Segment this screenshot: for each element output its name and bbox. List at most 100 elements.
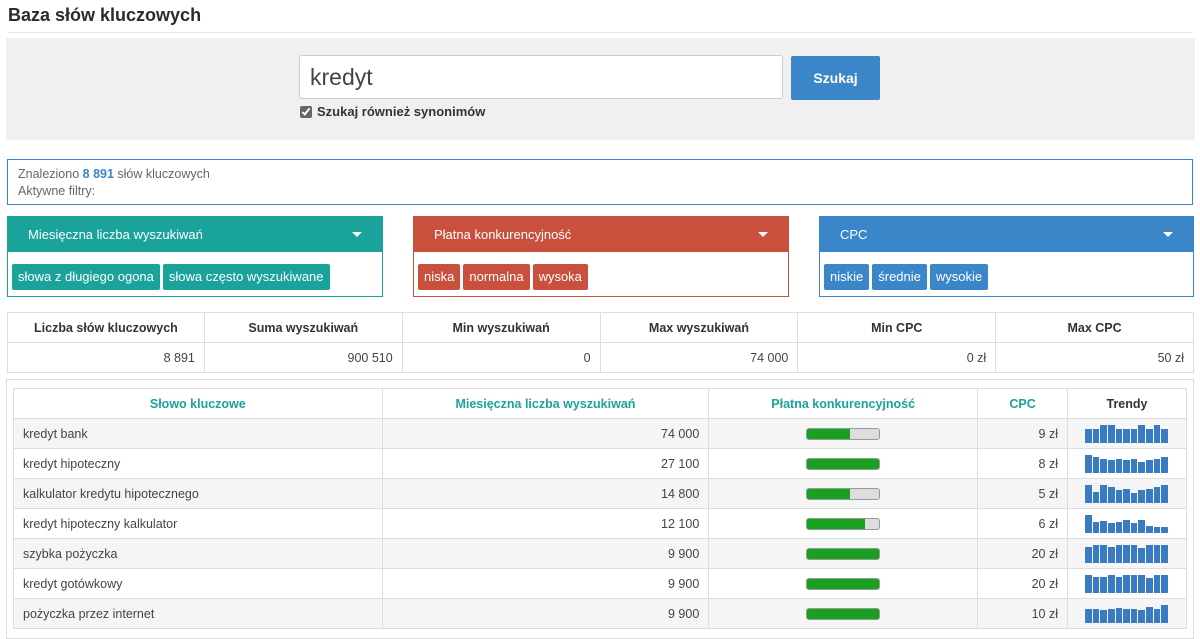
trend-bar bbox=[1146, 459, 1153, 473]
summary-value: 50 zł bbox=[995, 342, 1194, 373]
keyword-cell[interactable]: kredyt hipoteczny kalkulator bbox=[13, 508, 383, 539]
trend-bar bbox=[1107, 459, 1115, 473]
column-header-searches[interactable]: Miesięczna liczba wyszukiwań bbox=[381, 388, 710, 419]
filter-tag-cpc-low[interactable]: niskie bbox=[824, 264, 870, 290]
results-summary: Znaleziono 8 891 słów kluczowych Aktywne… bbox=[7, 159, 1193, 205]
table-row: kalkulator kredytu hipotecznego 14 800 5 z… bbox=[13, 478, 1187, 509]
searches-cell: 9 900 bbox=[381, 538, 710, 569]
trend-bar bbox=[1085, 546, 1092, 563]
filter-title: CPC bbox=[840, 227, 868, 242]
filter-tag-long-tail[interactable]: słowa z długiego ogona bbox=[12, 264, 160, 290]
filter-tag-normal[interactable]: normalna bbox=[463, 264, 530, 290]
keyword-cell[interactable]: szybka pożyczka bbox=[13, 538, 383, 569]
competition-cell bbox=[708, 418, 979, 449]
trend-cell bbox=[1067, 508, 1187, 539]
trend-bar bbox=[1153, 544, 1161, 563]
trend-bar bbox=[1153, 458, 1161, 473]
trend-bar bbox=[1100, 484, 1107, 503]
cpc-cell: 6 zł bbox=[977, 508, 1068, 539]
column-header-cpc[interactable]: CPC bbox=[977, 388, 1068, 419]
trend-bar bbox=[1092, 428, 1100, 443]
table-row: kredyt bank 74 000 9 zł bbox=[13, 418, 1187, 449]
keyword-cell[interactable]: kalkulator kredytu hipotecznego bbox=[13, 478, 383, 509]
trend-sparkline bbox=[1085, 574, 1169, 593]
caret-down-icon bbox=[352, 232, 362, 237]
column-header-trends: Trendy bbox=[1067, 388, 1187, 419]
filter-title: Miesięczna liczba wyszukiwań bbox=[28, 227, 203, 242]
trend-bar bbox=[1130, 544, 1138, 563]
trend-sparkline bbox=[1085, 484, 1169, 503]
competition-bar-fill bbox=[807, 519, 865, 530]
title-divider bbox=[8, 32, 1192, 33]
searches-cell: 9 900 bbox=[381, 598, 710, 629]
trend-bar bbox=[1146, 577, 1153, 593]
filter-tag-high[interactable]: wysoka bbox=[532, 264, 588, 290]
trend-bar bbox=[1130, 522, 1138, 533]
keyword-cell[interactable]: pożyczka przez internet bbox=[13, 598, 383, 629]
trend-bar bbox=[1085, 454, 1092, 473]
filter-tag-low[interactable]: niska bbox=[418, 264, 461, 290]
filter-tag-cpc-high[interactable]: wysokie bbox=[929, 264, 989, 290]
trend-bar bbox=[1085, 608, 1092, 623]
column-header-keyword[interactable]: Słowo kluczowe bbox=[13, 388, 383, 419]
table-row: pożyczka przez internet 9 900 10 zł bbox=[13, 598, 1187, 629]
filter-header-cpc[interactable]: CPC bbox=[820, 217, 1193, 252]
trend-bar bbox=[1115, 489, 1123, 503]
trend-bar bbox=[1146, 544, 1153, 563]
filter-header-searches[interactable]: Miesięczna liczba wyszukiwań bbox=[8, 217, 382, 252]
trend-bar bbox=[1130, 492, 1138, 503]
trend-bar bbox=[1107, 574, 1115, 593]
competition-bar bbox=[806, 608, 881, 621]
filter-tag-frequent[interactable]: słowa często wyszukiwane bbox=[162, 264, 330, 290]
filter-panel-searches: Miesięczna liczba wyszukiwań słowa z dłu… bbox=[7, 216, 383, 297]
summary-table: Liczba słów kluczowych Suma wyszukiwań M… bbox=[7, 312, 1194, 373]
cpc-cell: 10 zł bbox=[977, 598, 1068, 629]
trend-bar bbox=[1085, 574, 1092, 593]
trend-bar bbox=[1146, 525, 1153, 533]
summary-header: Min CPC bbox=[797, 312, 997, 343]
trend-sparkline bbox=[1085, 454, 1169, 473]
trend-bar bbox=[1146, 606, 1153, 623]
trend-bar bbox=[1161, 428, 1169, 443]
caret-down-icon bbox=[1163, 232, 1173, 237]
searches-cell: 74 000 bbox=[381, 418, 710, 449]
keyword-cell[interactable]: kredyt bank bbox=[13, 418, 383, 449]
trend-bar bbox=[1100, 576, 1107, 593]
filter-title: Płatna konkurencyjność bbox=[434, 227, 572, 242]
trend-sparkline bbox=[1085, 424, 1169, 443]
filter-header-competition[interactable]: Płatna konkurencyjność bbox=[414, 217, 788, 252]
trend-bar bbox=[1123, 488, 1130, 503]
search-input[interactable] bbox=[299, 55, 783, 99]
trend-bar bbox=[1123, 519, 1130, 533]
keyword-cell[interactable]: kredyt gotówkowy bbox=[13, 568, 383, 599]
competition-bar-fill bbox=[807, 609, 880, 620]
trend-bar bbox=[1153, 608, 1161, 623]
synonyms-checkbox[interactable] bbox=[300, 105, 312, 118]
summary-value: 0 zł bbox=[797, 342, 997, 373]
filter-tag-cpc-medium[interactable]: średnie bbox=[872, 264, 927, 290]
trend-bar bbox=[1107, 608, 1115, 623]
competition-bar bbox=[806, 488, 881, 501]
searches-cell: 12 100 bbox=[381, 508, 710, 539]
competition-bar-fill bbox=[807, 459, 880, 470]
synonyms-option[interactable]: Szukaj również synonimów bbox=[300, 104, 485, 119]
trend-bar bbox=[1123, 459, 1130, 473]
trend-bar bbox=[1100, 520, 1107, 533]
competition-bar bbox=[806, 578, 881, 591]
trend-bar bbox=[1138, 424, 1146, 443]
trend-bar bbox=[1100, 609, 1107, 623]
results-suffix: słów kluczowych bbox=[117, 167, 210, 181]
synonyms-label: Szukaj również synonimów bbox=[317, 104, 486, 119]
search-button[interactable]: Szukaj bbox=[791, 56, 880, 100]
trend-bar bbox=[1130, 574, 1138, 593]
cpc-cell: 20 zł bbox=[977, 538, 1068, 569]
trend-bar bbox=[1115, 576, 1123, 593]
summary-value: 0 bbox=[401, 342, 601, 373]
trend-bar bbox=[1161, 484, 1169, 503]
table-row: kredyt hipoteczny 27 100 8 zł bbox=[13, 448, 1187, 479]
summary-value: 900 510 bbox=[203, 342, 403, 373]
search-panel: Szukaj Szukaj również synonimów bbox=[6, 38, 1195, 140]
competition-bar-fill bbox=[807, 489, 851, 500]
column-header-competition[interactable]: Płatna konkurencyjność bbox=[708, 388, 979, 419]
keyword-cell[interactable]: kredyt hipoteczny bbox=[13, 448, 383, 479]
